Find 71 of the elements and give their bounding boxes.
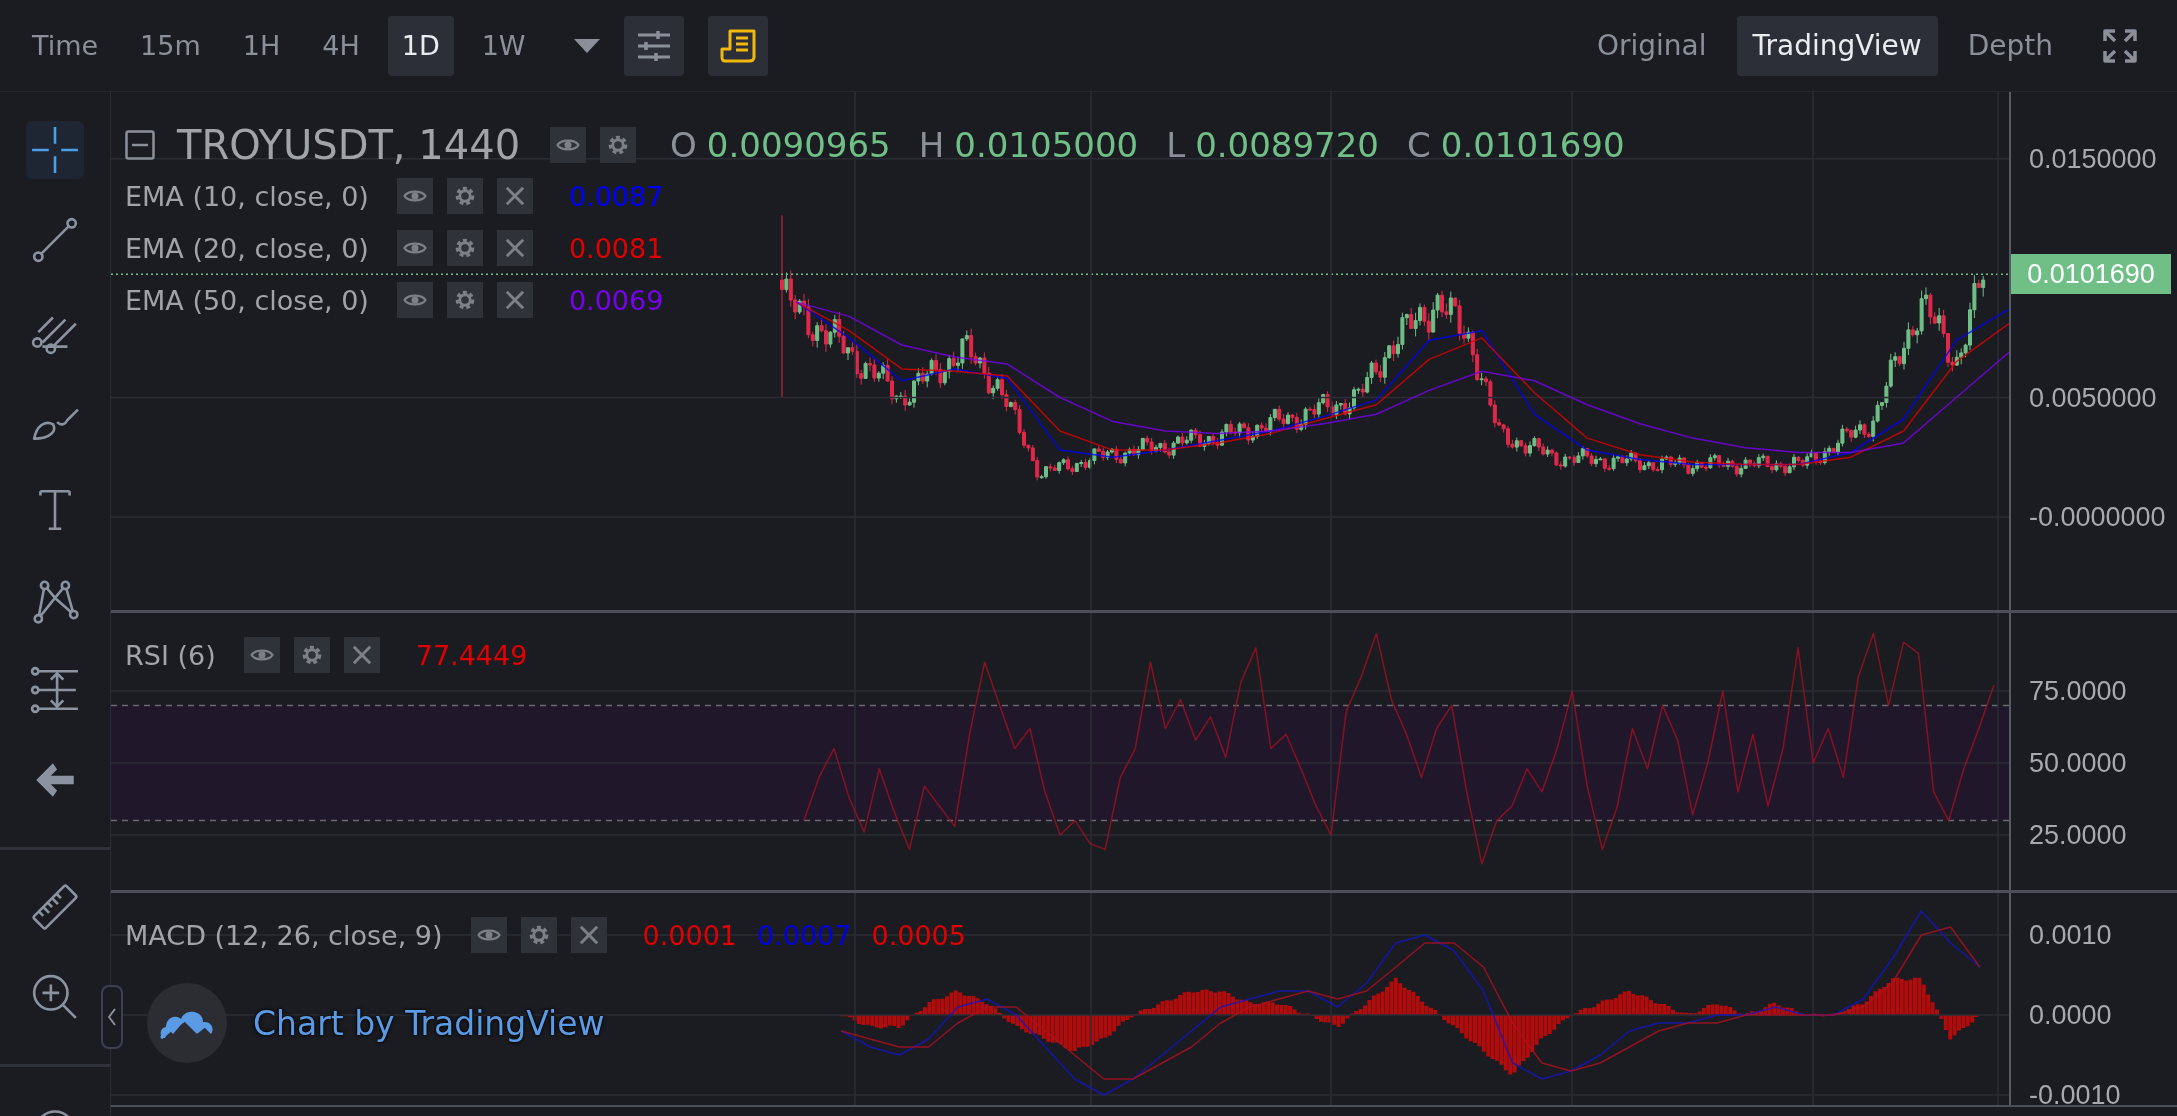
settings-button[interactable]	[600, 127, 637, 163]
interval-tab[interactable]: 1D	[387, 15, 454, 76]
symbol-title: TROYUSDT, 1440	[177, 122, 521, 168]
axis-label: 0.0010	[2029, 919, 2112, 951]
view-tab[interactable]: Original	[1580, 15, 1723, 76]
indicator-value: 0.0087	[568, 180, 664, 212]
interval-tab[interactable]: 4H	[308, 15, 374, 76]
interval-tab[interactable]: 1H	[228, 15, 295, 76]
axis-label: 0.0050000	[2029, 382, 2157, 414]
indicator-name: RSI (6)	[125, 639, 216, 671]
ohlc-value: 0.0089720	[1195, 125, 1379, 165]
visibility-button[interactable]	[396, 282, 433, 318]
remove-button[interactable]	[496, 282, 533, 318]
indicator-value: 0.0007	[757, 919, 852, 951]
ohlc-label: L	[1166, 125, 1186, 165]
remove-button[interactable]	[496, 230, 533, 266]
crosshair-icon[interactable]	[30, 125, 80, 175]
chevron-left-icon	[107, 1007, 117, 1027]
axis-label: -0.0010	[2029, 1079, 2121, 1111]
ohlc-value: 0.0090965	[706, 125, 891, 165]
remove-button[interactable]	[570, 917, 607, 953]
interval-tab[interactable]: 15m	[126, 15, 215, 76]
axis-label: 75.0000	[2029, 675, 2127, 707]
time-button[interactable]: Time	[18, 15, 113, 76]
collapse-icon[interactable]	[125, 130, 155, 160]
visibility-button[interactable]	[243, 637, 280, 673]
ohlc-label: C	[1407, 125, 1431, 165]
axis-label: 25.0000	[2029, 819, 2127, 851]
measure-lines-icon[interactable]	[30, 665, 80, 715]
axis-label: 0.0000	[2029, 999, 2112, 1031]
indicators-button[interactable]	[623, 15, 684, 76]
visibility-button[interactable]	[550, 127, 587, 163]
ohlc-label: H	[918, 125, 945, 165]
remove-button[interactable]	[343, 637, 380, 673]
interval-tab[interactable]: 1W	[467, 15, 540, 76]
indicator-value: 0.0001	[642, 919, 737, 951]
indicator-name: EMA (10, close, 0)	[125, 180, 369, 212]
settings-button[interactable]	[446, 230, 483, 266]
indicator-name: EMA (50, close, 0)	[125, 284, 369, 316]
collapse-toolbar-button[interactable]	[101, 985, 123, 1049]
ohlc-label: O	[670, 125, 697, 165]
last-price-label: 0.0101690	[2011, 254, 2171, 295]
settings-button[interactable]	[293, 637, 330, 673]
axis-label: 50.0000	[2029, 747, 2127, 779]
indicator-value: 0.0069	[568, 284, 664, 316]
axis-label: -0.0000000	[2029, 501, 2166, 533]
document-icon	[719, 28, 756, 63]
indicator-value: 77.4449	[415, 639, 528, 671]
view-tab[interactable]: TradingView	[1736, 15, 1938, 76]
ohlc-value: 0.0105000	[954, 125, 1139, 165]
fullscreen-icon[interactable]	[2103, 28, 2137, 63]
ohlc-value: 0.0101690	[1440, 125, 1625, 165]
remove-button[interactable]	[496, 178, 533, 214]
news-button[interactable]	[707, 15, 768, 76]
settings-button[interactable]	[446, 178, 483, 214]
trend-line-icon[interactable]	[30, 215, 80, 265]
attribution-link[interactable]: Chart by TradingView	[253, 1003, 605, 1043]
indicator-name: MACD (12, 26, close, 9)	[125, 919, 443, 951]
sliders-icon	[635, 29, 672, 62]
ruler-icon[interactable]	[30, 882, 80, 932]
visibility-button[interactable]	[396, 230, 433, 266]
caret-icon[interactable]	[573, 38, 600, 53]
indicator-value: 0.0081	[568, 232, 664, 264]
settings-button[interactable]	[520, 917, 557, 953]
indicator-value: 0.0005	[871, 919, 966, 951]
visibility-button[interactable]	[470, 917, 507, 953]
indicator-name: EMA (20, close, 0)	[125, 232, 369, 264]
visibility-button[interactable]	[396, 178, 433, 214]
axis-label: 0.0150000	[2029, 143, 2157, 175]
view-tab[interactable]: Depth	[1951, 15, 2069, 76]
settings-button[interactable]	[446, 282, 483, 318]
